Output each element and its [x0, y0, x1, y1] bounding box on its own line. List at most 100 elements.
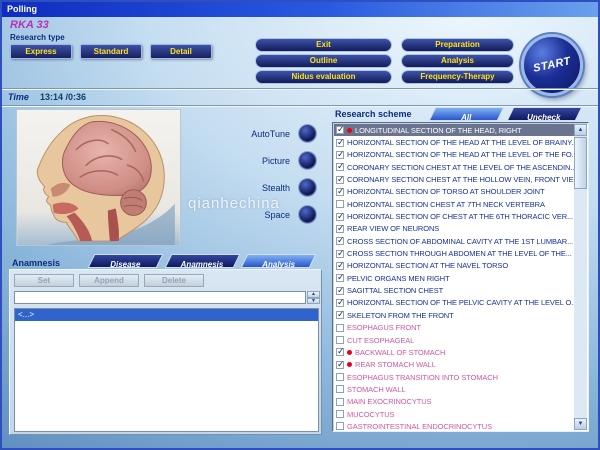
research-scheme-item[interactable]: LONGITUDINAL SECTION OF THE HEAD, RIGHT — [334, 124, 574, 136]
nav-button[interactable]: Exit — [255, 38, 392, 52]
research-scheme-item[interactable]: CROSS SECTION OF ABDOMINAL CAVITY AT THE… — [334, 235, 574, 247]
research-scheme-item[interactable]: BACKWALL OF STOMACH — [334, 346, 574, 358]
research-scheme-item[interactable]: GASTROINTESTINAL ENDOCRINOCYTUS — [334, 420, 574, 430]
research-item-label: PELVIC ORGANS MEN RIGHT — [347, 274, 450, 283]
checkbox-icon[interactable] — [336, 311, 344, 319]
checkbox-icon[interactable] — [336, 200, 344, 208]
scroll-up-icon[interactable]: ▲ — [574, 124, 587, 136]
checkbox-icon[interactable] — [336, 373, 344, 381]
research-scheme-item[interactable]: HORIZONTAL SECTION CHEST AT 7TH NECK VER… — [334, 198, 574, 210]
research-scheme-item[interactable]: CROSS SECTION THROUGH ABDOMEN AT THE LEV… — [334, 247, 574, 259]
research-item-label: HORIZONTAL SECTION OF THE HEAD AT THE LE… — [347, 138, 574, 147]
nav-button[interactable]: Frequency-Therapy — [401, 70, 514, 84]
scrollbar-thumb[interactable] — [574, 137, 587, 189]
anamnesis-list-item[interactable]: <...> — [15, 309, 318, 321]
scroll-down-icon[interactable]: ▼ — [574, 418, 587, 430]
scan-control-button-icon[interactable] — [299, 125, 316, 142]
research-scheme-item[interactable]: HORIZONTAL SECTION OF THE HEAD AT THE LE… — [334, 136, 574, 148]
research-scheme-tab[interactable]: All — [429, 107, 504, 121]
anamnesis-tab[interactable]: Analysis — [241, 254, 316, 268]
research-scheme-item[interactable]: HORIZONTAL SECTION OF TORSO AT SHOULDER … — [334, 186, 574, 198]
checkbox-icon[interactable] — [336, 324, 344, 332]
checkbox-icon[interactable] — [336, 385, 344, 393]
research-item-label: HORIZONTAL SECTION CHEST AT 7TH NECK VER… — [347, 200, 545, 209]
app-name: RKA 33 — [10, 19, 49, 31]
research-item-label: GASTROINTESTINAL ENDOCRINOCYTUS — [347, 422, 492, 430]
research-scheme-item[interactable]: HORIZONTAL SECTION OF CHEST AT THE 6TH T… — [334, 210, 574, 222]
anamnesis-buttons: Set Append Delete — [14, 274, 204, 287]
checkbox-icon[interactable] — [336, 163, 344, 171]
anamnesis-tab[interactable]: Disease — [88, 254, 163, 268]
research-scheme-tab[interactable]: Uncheck — [507, 107, 582, 121]
research-scheme-item[interactable]: MAIN EXOCRINOCYTUS — [334, 396, 574, 408]
checkbox-icon[interactable] — [336, 126, 344, 134]
checkbox-icon[interactable] — [336, 361, 344, 369]
research-type-button[interactable]: Standard — [80, 44, 142, 59]
research-scheme-item[interactable]: CUT ESOPHAGEAL — [334, 334, 574, 346]
checkbox-icon[interactable] — [336, 336, 344, 344]
research-scheme-item[interactable]: HORIZONTAL SECTION OF THE HEAD AT THE LE… — [334, 149, 574, 161]
research-scheme-tabs: All Uncheck — [429, 107, 581, 121]
checkbox-icon[interactable] — [336, 176, 344, 184]
research-scheme-item[interactable]: HORIZONTAL SECTION AT THE NAVEL TORSO — [334, 260, 574, 272]
nav-button[interactable]: Analysis — [401, 54, 514, 68]
research-scheme-item[interactable]: STOMACH WALL — [334, 383, 574, 395]
research-scheme-item[interactable]: MUCOCYTUS — [334, 408, 574, 420]
nav-button[interactable]: Nidus evaluation — [255, 70, 392, 84]
scan-control-label: Space — [212, 210, 290, 220]
research-type-button[interactable]: Express — [10, 44, 72, 59]
research-scheme-item[interactable]: CORONARY SECTION CHEST AT THE HOLLOW VEI… — [334, 173, 574, 185]
research-scheme-item[interactable]: REAR STOMACH WALL — [334, 359, 574, 371]
nav-button[interactable]: Preparation — [401, 38, 514, 52]
checkbox-icon[interactable] — [336, 262, 344, 270]
checkbox-icon[interactable] — [336, 274, 344, 282]
scan-control-row: Picture — [212, 147, 316, 174]
checkbox-icon[interactable] — [336, 151, 344, 159]
scan-control-button-icon[interactable] — [299, 206, 316, 223]
checkbox-icon[interactable] — [336, 250, 344, 258]
checkbox-icon[interactable] — [336, 225, 344, 233]
research-scheme-item[interactable]: SAGITTAL SECTION CHEST — [334, 284, 574, 296]
checkbox-icon[interactable] — [336, 287, 344, 295]
checkbox-icon[interactable] — [336, 237, 344, 245]
marker-dot-icon — [347, 362, 352, 367]
research-scheme-item[interactable]: SKELETON FROM THE FRONT — [334, 309, 574, 321]
checkbox-icon[interactable] — [336, 299, 344, 307]
research-type-button[interactable]: Detail — [150, 44, 212, 59]
start-button[interactable]: START — [521, 34, 583, 96]
research-scheme-item[interactable]: ESOPHAGUS FRONT — [334, 322, 574, 334]
start-button-label: START — [532, 55, 572, 75]
research-item-label: CROSS SECTION THROUGH ABDOMEN AT THE LEV… — [347, 249, 572, 258]
research-item-label: REAR VIEW OF NEURONS — [347, 224, 439, 233]
nav-buttons-left: Exit Outline Nidus evaluation — [255, 38, 392, 84]
anamnesis-tab[interactable]: Anamnesis — [165, 254, 240, 268]
scan-control-button-icon[interactable] — [299, 152, 316, 169]
anamnesis-combo-field[interactable] — [14, 291, 306, 304]
research-type-buttons: Express Standard Detail — [10, 44, 212, 59]
research-item-label: MAIN EXOCRINOCYTUS — [347, 397, 431, 406]
research-scheme-item[interactable]: HORIZONTAL SECTION OF THE PELVIC CAVITY … — [334, 297, 574, 309]
research-scheme-list: LONGITUDINAL SECTION OF THE HEAD, RIGHT … — [334, 124, 574, 430]
checkbox-icon[interactable] — [336, 213, 344, 221]
spinner-down-icon[interactable]: ▼ — [307, 298, 320, 305]
anamnesis-action-button[interactable]: Set — [14, 274, 74, 287]
anamnesis-item-label: <...> — [18, 310, 34, 319]
checkbox-icon[interactable] — [336, 422, 344, 430]
checkbox-icon[interactable] — [336, 348, 344, 356]
anamnesis-action-button[interactable]: Append — [79, 274, 139, 287]
checkbox-icon[interactable] — [336, 188, 344, 196]
tab-label: All — [461, 113, 471, 122]
research-scheme-item[interactable]: PELVIC ORGANS MEN RIGHT — [334, 272, 574, 284]
research-item-label: REAR STOMACH WALL — [355, 360, 436, 369]
research-item-label: SKELETON FROM THE FRONT — [347, 311, 454, 320]
checkbox-icon[interactable] — [336, 139, 344, 147]
anamnesis-action-button[interactable]: Delete — [144, 274, 204, 287]
research-scheme-item[interactable]: ESOPHAGUS TRANSITION INTO STOMACH — [334, 371, 574, 383]
research-scheme-item[interactable]: CORONARY SECTION CHEST AT THE LEVEL OF T… — [334, 161, 574, 173]
scrollbar[interactable]: ▲ ▼ — [574, 124, 587, 430]
checkbox-icon[interactable] — [336, 398, 344, 406]
nav-button[interactable]: Outline — [255, 54, 392, 68]
research-scheme-item[interactable]: REAR VIEW OF NEURONS — [334, 223, 574, 235]
checkbox-icon[interactable] — [336, 410, 344, 418]
scan-control-button-icon[interactable] — [299, 179, 316, 196]
